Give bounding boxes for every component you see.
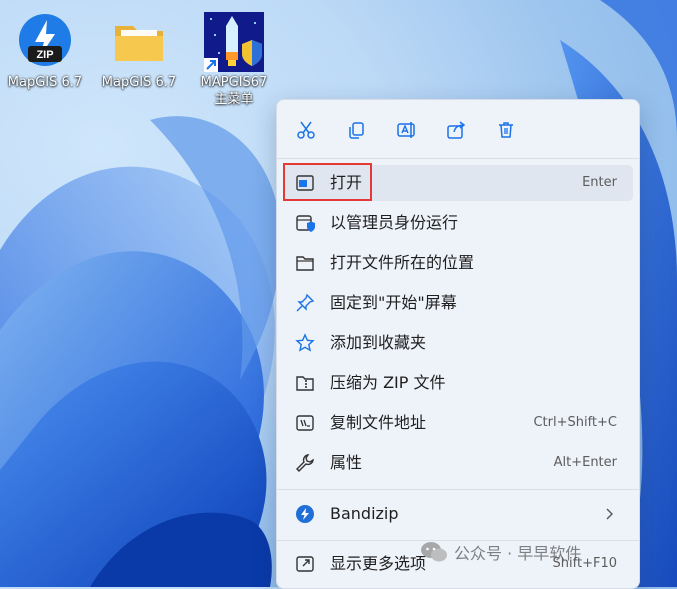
menu-item-label: Bandizip (330, 504, 399, 523)
star-icon (295, 333, 315, 353)
pin-icon (295, 293, 315, 313)
menu-item-label: 打开文件所在的位置 (330, 253, 475, 272)
watermark: 公众号 · 早早软件 (420, 540, 581, 564)
copy-icon (349, 122, 364, 139)
menu-item-open-file-location[interactable]: 打开文件所在的位置 (283, 245, 633, 281)
chevron-right-icon (606, 508, 613, 520)
menu-item-pin-to-start[interactable]: 固定到"开始"屏幕 (283, 285, 633, 321)
menu-item-label: 复制文件地址 (330, 413, 427, 432)
desktop-icon-label: MapGIS 6.7 (101, 75, 177, 90)
desktop-icon-label: MapGIS 6.7 (7, 75, 83, 90)
copy-button[interactable] (340, 114, 372, 146)
annotation-highlight-box (283, 163, 372, 201)
watermark-text: 公众号 · 早早软件 (454, 544, 582, 563)
rename-button[interactable] (390, 114, 422, 146)
mapgis-shortcut-icon (204, 12, 264, 72)
desktop-icon-label-line1: MAPGIS67 (200, 75, 268, 90)
folder-icon (111, 12, 167, 68)
menu-item-label: 添加到收藏夹 (330, 333, 427, 352)
bandizip-icon (295, 504, 315, 524)
scissors-icon (297, 121, 315, 139)
menu-item-label: 属性 (330, 453, 363, 472)
share-button[interactable] (440, 114, 472, 146)
menu-item-add-to-favorites[interactable]: 添加到收藏夹 (283, 325, 633, 361)
more-options-icon (295, 554, 315, 574)
trash-icon (499, 122, 513, 138)
desktop-icon-mapgis67-menu[interactable]: MAPGIS67 主菜单 (189, 8, 279, 108)
menu-item-copy-path[interactable]: 复制文件地址 Ctrl+Shift+C (283, 405, 633, 441)
menu-item-run-as-admin[interactable]: 以管理员身份运行 (283, 205, 633, 241)
menu-item-label: 以管理员身份运行 (330, 213, 459, 232)
wechat-icon (421, 542, 447, 562)
delete-button[interactable] (490, 114, 522, 146)
menu-item-shortcut: Alt+Enter (553, 455, 617, 470)
copy-path-icon (295, 413, 315, 433)
menu-item-bandizip[interactable]: Bandizip (283, 496, 633, 532)
svg-text:ZIP: ZIP (36, 49, 53, 61)
wrench-icon (295, 453, 315, 473)
zip-folder-icon (295, 373, 315, 393)
menu-item-label: 显示更多选项 (330, 554, 427, 573)
menu-item-label: 压缩为 ZIP 文件 (330, 373, 446, 392)
folder-outline-icon (295, 253, 315, 273)
menu-item-compress-zip[interactable]: 压缩为 ZIP 文件 (283, 365, 633, 401)
desktop-icon-mapgis-folder[interactable]: MapGIS 6.7 (94, 8, 184, 91)
menu-separator (277, 158, 639, 159)
context-menu-toolbar (277, 100, 639, 158)
admin-shield-icon (295, 213, 315, 233)
menu-item-shortcut: Ctrl+Shift+C (533, 415, 617, 430)
bandizip-archive-icon: ZIP (17, 12, 73, 68)
menu-item-label: 固定到"开始"屏幕 (330, 293, 457, 312)
menu-item-shortcut: Enter (582, 175, 617, 190)
cut-button[interactable] (290, 114, 322, 146)
desktop-icon-mapgis-zip[interactable]: ZIP MapGIS 6.7 (0, 8, 90, 91)
desktop-icon-label-line2: 主菜单 (214, 92, 254, 107)
share-icon (447, 121, 466, 139)
menu-item-properties[interactable]: 属性 Alt+Enter (283, 445, 633, 481)
rename-icon (397, 122, 415, 138)
menu-separator (277, 489, 639, 490)
desktop-icon-label: MAPGIS67 主菜单 (189, 74, 279, 108)
